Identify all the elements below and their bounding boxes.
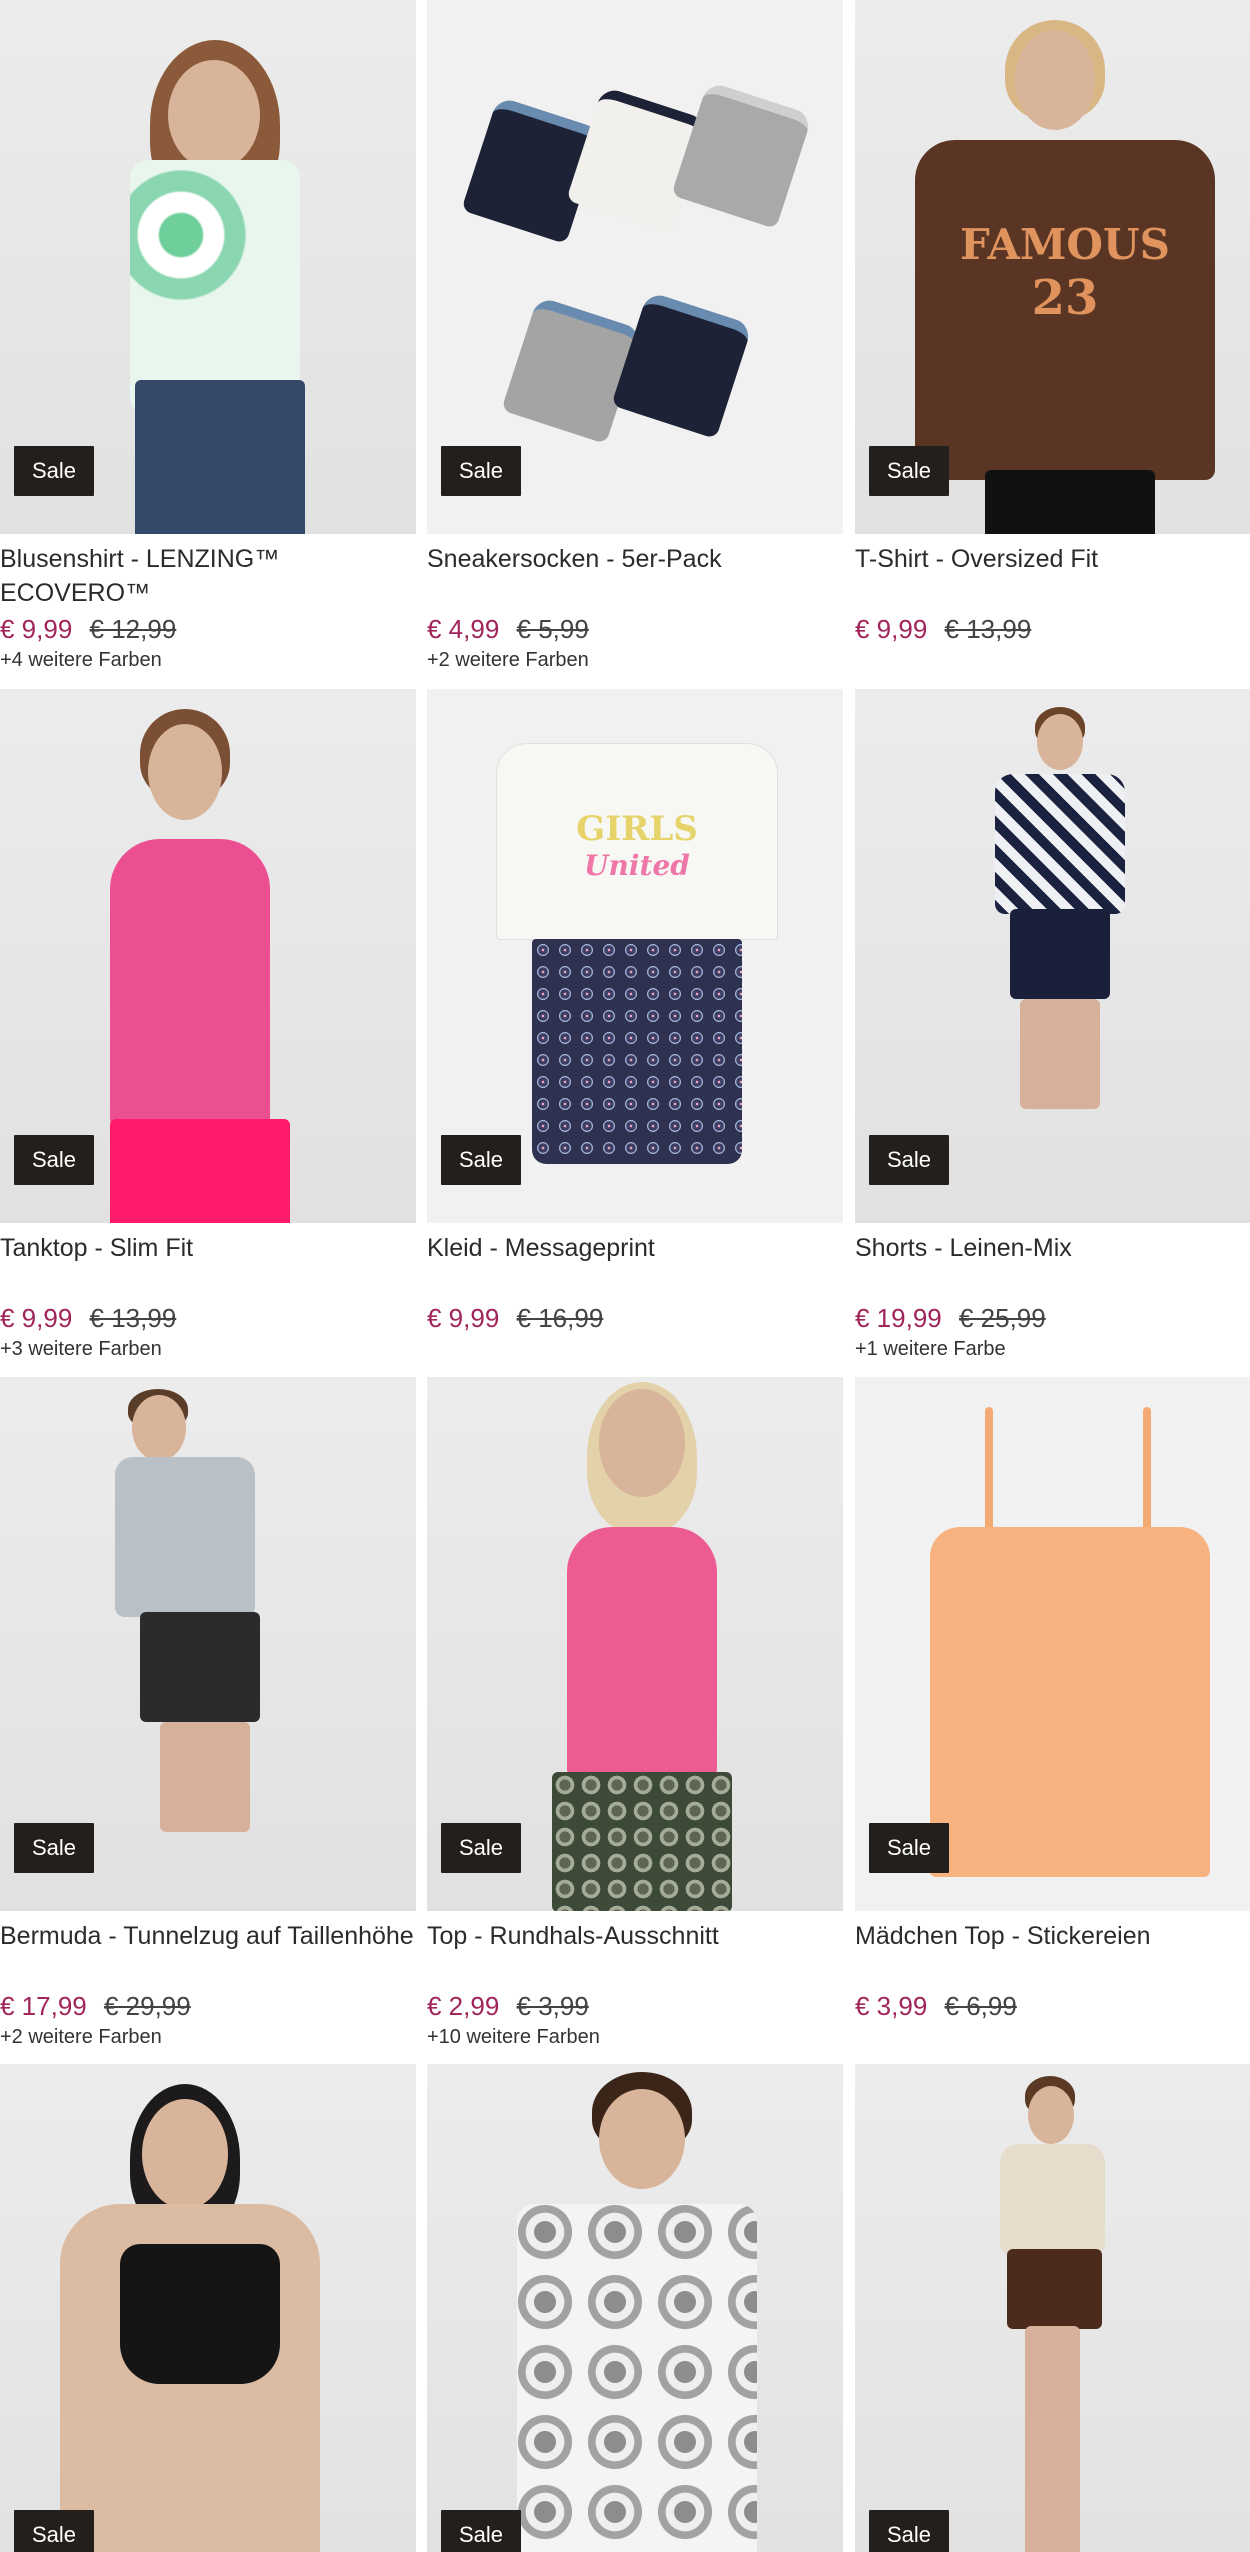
more-colors-link[interactable]: +3 weitere Farben [0, 1337, 416, 1361]
price-row: € 2,99 € 3,99 [427, 1989, 843, 2023]
product-card[interactable]: Sale [0, 2064, 416, 2552]
sale-price: € 19,99 [855, 1303, 942, 1333]
product-card[interactable]: Sale Shorts - Leinen-Mix € 19,99 € 25,99… [855, 689, 1250, 1361]
product-image[interactable]: Sale [0, 2064, 416, 2552]
product-image[interactable]: Sale [855, 689, 1250, 1223]
product-card[interactable]: Sale [427, 2064, 843, 2552]
product-image[interactable]: GIRLS United Sale [427, 689, 843, 1223]
product-title[interactable]: Blusenshirt - LENZING™ ECOVERO™ [0, 542, 416, 610]
product-card[interactable]: Sale Tanktop - Slim Fit € 9,99 € 13,99 +… [0, 689, 416, 1361]
price-row: € 4,99 € 5,99 [427, 612, 843, 646]
product-title[interactable]: Bermuda - Tunnelzug auf Taillenhöhe [0, 1919, 416, 1987]
price-row: € 17,99 € 29,99 [0, 1989, 416, 2023]
product-card[interactable]: Sale Top - Rundhals-Ausschnitt € 2,99 € … [427, 1377, 843, 2049]
product-image[interactable]: Sale [855, 1377, 1250, 1911]
product-card[interactable]: Sale Bermuda - Tunnelzug auf Taillenhöhe… [0, 1377, 416, 2049]
more-colors-link[interactable]: +1 weitere Farbe [855, 1337, 1250, 1361]
product-title[interactable]: Sneakersocken - 5er-Pack [427, 542, 843, 610]
product-image[interactable]: Sale [427, 2064, 843, 2552]
product-card[interactable]: FAMOUS 23 Sale T-Shirt - Oversized Fit €… [855, 0, 1250, 672]
shirt-print-text: FAMOUS [960, 220, 1170, 269]
sale-price: € 9,99 [0, 1303, 73, 1333]
product-card[interactable]: Sale Mädchen Top - Stickereien € 3,99 € … [855, 1377, 1250, 2049]
sale-badge: Sale [869, 446, 950, 496]
original-price: € 5,99 [516, 614, 589, 644]
sale-badge: Sale [14, 1135, 95, 1185]
sale-badge: Sale [869, 2510, 950, 2552]
price-row: € 19,99 € 25,99 [855, 1301, 1250, 1335]
more-colors-link[interactable] [855, 648, 1250, 672]
shirt-print-number: 23 [1031, 270, 1099, 326]
product-title[interactable]: Kleid - Messageprint [427, 1231, 843, 1299]
more-colors-link[interactable]: +2 weitere Farben [0, 2025, 416, 2049]
price-row: € 3,99 € 6,99 [855, 1989, 1250, 2023]
more-colors-link[interactable]: +10 weitere Farben [427, 2025, 843, 2049]
product-title[interactable]: Mädchen Top - Stickereien [855, 1919, 1250, 1987]
product-card[interactable]: Sale Blusenshirt - LENZING™ ECOVERO™ € 9… [0, 0, 416, 672]
product-image[interactable]: FAMOUS 23 Sale [855, 0, 1250, 534]
product-title[interactable]: Top - Rundhals-Ausschnitt [427, 1919, 843, 1987]
sale-badge: Sale [441, 1135, 522, 1185]
sale-badge: Sale [441, 2510, 522, 2552]
sale-badge: Sale [14, 2510, 95, 2552]
dress-print-text: GIRLS [576, 809, 698, 849]
original-price: € 25,99 [958, 1303, 1046, 1333]
sale-price: € 17,99 [0, 1991, 87, 2021]
product-image[interactable]: Sale [0, 689, 416, 1223]
sale-badge: Sale [869, 1823, 950, 1873]
sale-badge: Sale [14, 446, 95, 496]
more-colors-link[interactable]: +4 weitere Farben [0, 648, 416, 672]
price-row: € 9,99 € 13,99 [0, 1301, 416, 1335]
original-price: € 6,99 [944, 1991, 1017, 2021]
sale-price: € 4,99 [427, 614, 500, 644]
more-colors-link[interactable]: +2 weitere Farben [427, 648, 843, 672]
product-card[interactable]: Sale [855, 2064, 1250, 2552]
more-colors-link[interactable] [855, 2025, 1250, 2049]
product-title[interactable]: T-Shirt - Oversized Fit [855, 542, 1250, 610]
sale-badge: Sale [441, 1823, 522, 1873]
product-image[interactable]: Sale [427, 0, 843, 534]
original-price: € 16,99 [516, 1303, 604, 1333]
product-image[interactable]: Sale [427, 1377, 843, 1911]
price-row: € 9,99 € 16,99 [427, 1301, 843, 1335]
price-row: € 9,99 € 12,99 [0, 612, 416, 646]
product-title[interactable]: Shorts - Leinen-Mix [855, 1231, 1250, 1299]
price-row: € 9,99 € 13,99 [855, 612, 1250, 646]
product-image[interactable]: Sale [0, 0, 416, 534]
dress-print-script: United [584, 849, 690, 882]
product-card[interactable]: GIRLS United Sale Kleid - Messageprint €… [427, 689, 843, 1361]
sale-price: € 2,99 [427, 1991, 500, 2021]
more-colors-link[interactable] [427, 1337, 843, 1361]
original-price: € 13,99 [944, 614, 1032, 644]
product-image[interactable]: Sale [855, 2064, 1250, 2552]
sale-price: € 3,99 [855, 1991, 928, 2021]
sale-badge: Sale [869, 1135, 950, 1185]
sale-badge: Sale [14, 1823, 95, 1873]
sale-price: € 9,99 [0, 614, 73, 644]
sale-badge: Sale [441, 446, 522, 496]
product-image[interactable]: Sale [0, 1377, 416, 1911]
original-price: € 12,99 [89, 614, 177, 644]
original-price: € 29,99 [103, 1991, 191, 2021]
product-title[interactable]: Tanktop - Slim Fit [0, 1231, 416, 1299]
sale-price: € 9,99 [427, 1303, 500, 1333]
original-price: € 3,99 [516, 1991, 589, 2021]
original-price: € 13,99 [89, 1303, 177, 1333]
product-card[interactable]: Sale Sneakersocken - 5er-Pack € 4,99 € 5… [427, 0, 843, 672]
sale-price: € 9,99 [855, 614, 928, 644]
